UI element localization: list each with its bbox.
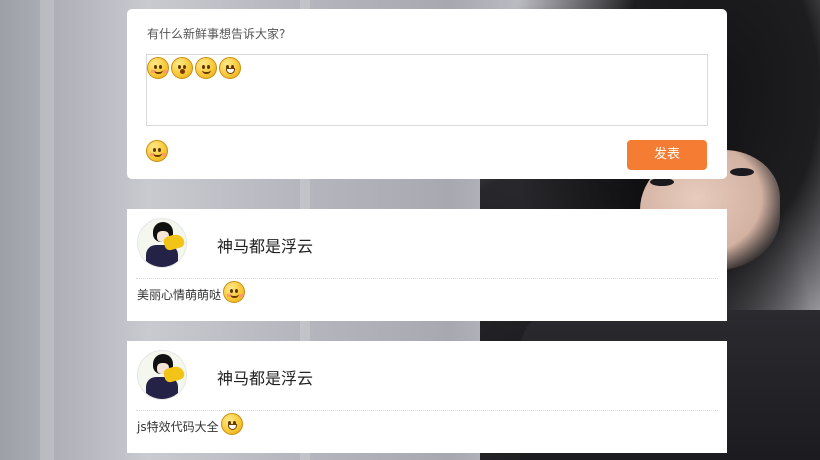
post-text: 美丽心情萌萌哒 — [137, 288, 222, 302]
grin-emoji-icon — [220, 413, 243, 435]
post-text: js特效代码大全 — [137, 420, 219, 434]
surprised-emoji-icon — [171, 57, 193, 79]
post-author[interactable]: 神马都是浮云 — [217, 233, 313, 257]
post-card: 神马都是浮云 js特效代码大全 — [127, 341, 727, 453]
tongue-emoji-icon — [195, 57, 217, 79]
post-card: 神马都是浮云 美丽心情萌萌哒 — [127, 209, 727, 321]
compose-box: 有什么新鲜事想告诉大家? 发表 — [127, 9, 727, 179]
post-content: 美丽心情萌萌哒 — [137, 279, 246, 303]
post-content: js特效代码大全 — [137, 411, 243, 435]
compose-prompt: 有什么新鲜事想告诉大家? — [147, 27, 286, 41]
background-eye — [730, 168, 754, 176]
post-author[interactable]: 神马都是浮云 — [217, 365, 313, 389]
blush-emoji-icon — [223, 281, 246, 303]
compose-textarea[interactable] — [146, 54, 708, 126]
inserted-emoji-row — [147, 57, 241, 79]
avatar[interactable] — [137, 350, 187, 400]
submit-button[interactable]: 发表 — [627, 140, 707, 170]
grin-emoji-icon — [219, 57, 241, 79]
emoji-picker-button[interactable] — [146, 140, 168, 162]
background-eye — [650, 178, 674, 186]
avatar[interactable] — [137, 218, 187, 268]
background-wall-panel — [40, 0, 54, 460]
kiss-emoji-icon — [147, 57, 169, 79]
